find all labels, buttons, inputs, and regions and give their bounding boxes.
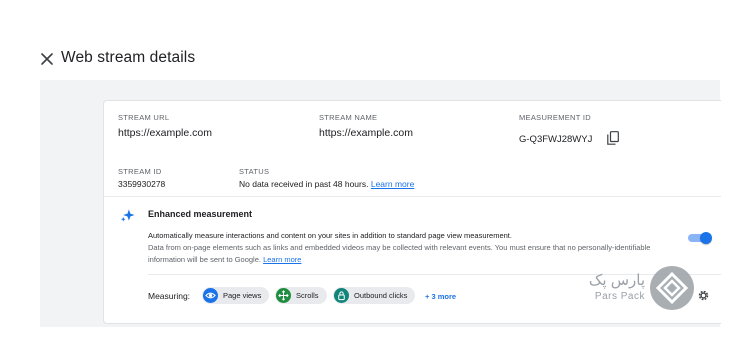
measurement-id-value: G-Q3FWJ28WYJ xyxy=(519,134,593,145)
gear-icon[interactable] xyxy=(697,289,710,302)
enhanced-learn-more-link[interactable]: Learn more xyxy=(263,255,301,264)
watermark-text-en: Pars Pack xyxy=(594,291,645,302)
page-title: Web stream details xyxy=(61,49,196,66)
close-icon[interactable] xyxy=(40,52,54,66)
stream-name-label: STREAM NAME xyxy=(319,113,378,122)
enhanced-measurement-title: Enhanced measurement xyxy=(148,209,253,219)
stream-id-value: 3359930278 xyxy=(118,179,166,189)
sub-description-text: Data from on-page elements such as links… xyxy=(148,243,651,264)
chip-page-views[interactable]: Page views xyxy=(202,287,270,304)
measuring-label: Measuring: xyxy=(148,291,191,301)
chip-label: Page views xyxy=(223,291,262,300)
pars-pack-watermark: پارس پک Pars Pack xyxy=(583,265,703,310)
pars-pack-logo-icon xyxy=(650,266,694,310)
section-divider xyxy=(104,196,721,197)
status-label: STATUS xyxy=(239,167,270,176)
stream-name-value: https://example.com xyxy=(319,127,413,139)
status-text: No data received in past 48 hours. xyxy=(239,179,369,189)
status-value: No data received in past 48 hours. Learn… xyxy=(239,179,414,189)
lock-icon xyxy=(334,288,349,303)
chip-outbound-clicks[interactable]: Outbound clicks xyxy=(333,287,416,304)
move-icon xyxy=(276,288,291,303)
stream-url-label: STREAM URL xyxy=(118,113,170,122)
eye-icon xyxy=(203,288,218,303)
watermark-text-fa: پارس پک xyxy=(588,272,645,289)
more-features-link[interactable]: + 3 more xyxy=(425,292,456,301)
sparkle-icon xyxy=(120,209,135,222)
enhanced-measurement-sub-description: Data from on-page elements such as links… xyxy=(148,242,678,265)
chip-label: Scrolls xyxy=(296,291,319,300)
toggle-knob xyxy=(700,232,712,244)
stream-url-value: https://example.com xyxy=(118,127,212,139)
measurement-id-label: MEASUREMENT ID xyxy=(519,113,591,122)
copy-icon[interactable] xyxy=(607,131,619,145)
page-header: Web stream details xyxy=(0,0,750,80)
enhanced-measurement-toggle[interactable] xyxy=(688,232,712,244)
status-learn-more-link[interactable]: Learn more xyxy=(371,179,414,189)
chip-label: Outbound clicks xyxy=(354,291,408,300)
enhanced-measurement-description: Automatically measure interactions and c… xyxy=(148,231,512,240)
stream-id-label: STREAM ID xyxy=(118,167,162,176)
chip-scrolls[interactable]: Scrolls xyxy=(275,287,327,304)
